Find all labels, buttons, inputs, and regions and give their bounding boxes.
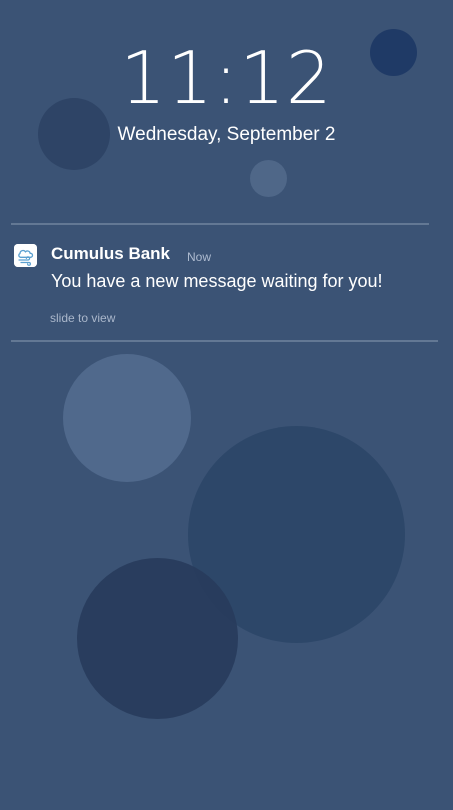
slide-to-view-hint[interactable]: slide to view [50,311,115,325]
lock-screen-date: Wednesday, September 2 [117,124,336,145]
cloud-wind-icon [14,244,37,267]
lock-screen-clock: 11:12 [120,36,333,120]
background-bubble [250,160,287,197]
background-bubble [63,354,191,482]
notification-message: You have a new message waiting for you! [51,271,383,291]
notification-divider-bottom [11,340,438,342]
notification-timestamp: Now [187,250,212,264]
notification-app-name: Cumulus Bank [51,244,171,263]
background-bubble [77,558,238,719]
notification-card[interactable]: Cumulus Bank Now You have a new message … [0,226,453,339]
lock-screen: 11:12 Wednesday, September 2 Cumulus Ban… [0,0,453,810]
notification-divider-top [11,223,429,225]
